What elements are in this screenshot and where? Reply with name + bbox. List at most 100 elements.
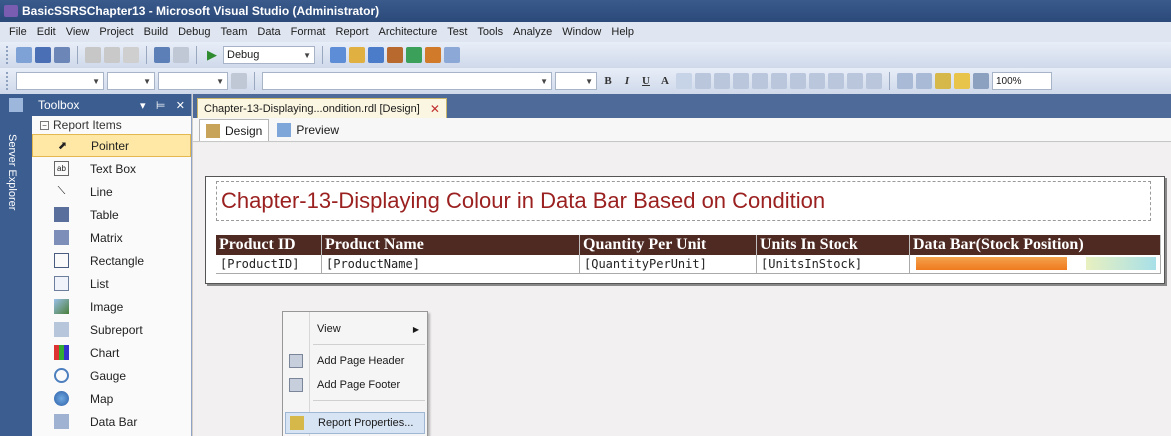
report-properties-icon[interactable]	[935, 73, 951, 89]
toolbar-grip[interactable]	[6, 46, 9, 64]
align-bottom-icon[interactable]	[790, 73, 806, 89]
header-data-bar[interactable]: Data Bar(Stock Position)	[910, 235, 1161, 255]
menu-project[interactable]: Project	[94, 26, 138, 38]
menu-format[interactable]: Format	[286, 26, 331, 38]
menu-view[interactable]: View	[61, 26, 95, 38]
cut-icon[interactable]	[85, 47, 101, 63]
font-color-icon[interactable]: A	[657, 75, 673, 87]
zoom-select[interactable]: 100%	[992, 72, 1052, 90]
header-units-in-stock[interactable]: Units In Stock	[757, 235, 910, 255]
toolbox-item-map[interactable]: Map	[32, 387, 191, 410]
ruler-icon[interactable]	[973, 73, 989, 89]
decrease-indent-icon[interactable]	[847, 73, 863, 89]
solution-configuration-select[interactable]: Debug ▼	[223, 46, 315, 64]
align-top-icon[interactable]	[752, 73, 768, 89]
tab-design[interactable]: Design	[199, 119, 270, 141]
align-center-icon[interactable]	[714, 73, 730, 89]
server-explorer-strip[interactable]: Server Explorer	[0, 94, 32, 436]
toolbox-item-text-box[interactable]: ab Text Box	[32, 157, 191, 180]
find-in-files-icon[interactable]	[330, 47, 346, 63]
toolbox-item-list[interactable]: List	[32, 272, 191, 295]
toolbox-item-subreport[interactable]: Subreport	[32, 318, 191, 341]
copy-icon[interactable]	[104, 47, 120, 63]
toolbox-group-report-items[interactable]: − Report Items	[32, 116, 191, 134]
border-style-select[interactable]: ▼	[158, 72, 228, 90]
save-icon[interactable]	[35, 47, 51, 63]
font-size-select-2[interactable]: ▼	[555, 72, 597, 90]
close-icon[interactable]: ✕	[176, 100, 185, 112]
context-menu-add-page-header[interactable]: Add Page Header	[285, 350, 425, 372]
cell-product-name[interactable]: [ProductName]	[322, 255, 580, 274]
properties-window-icon[interactable]	[368, 47, 384, 63]
header-quantity-per-unit[interactable]: Quantity Per Unit	[580, 235, 757, 255]
redo-icon[interactable]	[173, 47, 189, 63]
save-all-icon[interactable]	[54, 47, 70, 63]
menu-help[interactable]: Help	[606, 26, 639, 38]
header-product-name[interactable]: Product Name	[322, 235, 580, 255]
border-color-icon[interactable]	[231, 73, 247, 89]
menu-file[interactable]: File	[4, 26, 32, 38]
report-data-icon[interactable]	[897, 73, 913, 89]
toolbox-item-rectangle[interactable]: Rectangle	[32, 249, 191, 272]
menu-data[interactable]: Data	[252, 26, 285, 38]
cell-data-bar[interactable]	[910, 255, 1161, 274]
bullets-icon[interactable]	[809, 73, 825, 89]
increase-indent-icon[interactable]	[866, 73, 882, 89]
menu-tools[interactable]: Tools	[472, 26, 508, 38]
menu-window[interactable]: Window	[557, 26, 606, 38]
menu-build[interactable]: Build	[139, 26, 173, 38]
solution-explorer-icon[interactable]	[349, 47, 365, 63]
numbering-icon[interactable]	[828, 73, 844, 89]
font-name-select[interactable]: ▼	[262, 72, 552, 90]
report-title[interactable]: Chapter-13-Displaying Colour in Data Bar…	[216, 181, 1151, 221]
underline-icon[interactable]: U	[638, 75, 654, 87]
background-color-icon[interactable]	[676, 73, 692, 89]
report-body-icon[interactable]	[916, 73, 932, 89]
start-page-icon[interactable]	[425, 47, 441, 63]
cell-product-id[interactable]: [ProductID]	[216, 255, 322, 274]
design-canvas[interactable]: Chapter-13-Displaying Colour in Data Bar…	[193, 143, 1171, 436]
toolbox-item-image[interactable]: Image	[32, 295, 191, 318]
font-size-select[interactable]: ▼	[107, 72, 155, 90]
align-left-icon[interactable]	[695, 73, 711, 89]
context-menu-report-properties[interactable]: Report Properties...	[285, 412, 425, 434]
toolbox-item-gauge[interactable]: Gauge	[32, 364, 191, 387]
document-tab[interactable]: Chapter-13-Displaying...ondition.rdl [De…	[197, 98, 447, 118]
start-debugging-icon[interactable]: ▶	[204, 47, 220, 63]
report-body[interactable]: Chapter-13-Displaying Colour in Data Bar…	[205, 176, 1165, 284]
menu-report[interactable]: Report	[331, 26, 374, 38]
table-row[interactable]: [ProductID] [ProductName] [QuantityPerUn…	[216, 255, 1161, 274]
align-middle-icon[interactable]	[771, 73, 787, 89]
toolbar-grip[interactable]	[6, 72, 9, 90]
paste-icon[interactable]	[123, 47, 139, 63]
extension-manager-icon[interactable]	[444, 47, 460, 63]
menu-test[interactable]: Test	[442, 26, 472, 38]
toolbox-item-matrix[interactable]: Matrix	[32, 226, 191, 249]
undo-icon[interactable]	[154, 47, 170, 63]
menu-analyze[interactable]: Analyze	[508, 26, 557, 38]
menu-edit[interactable]: Edit	[32, 26, 61, 38]
collapse-icon[interactable]: −	[40, 120, 49, 130]
auto-hide-pin-icon[interactable]: ⊨	[156, 100, 166, 112]
toolbox-item-table[interactable]: Table	[32, 203, 191, 226]
menu-team[interactable]: Team	[216, 26, 253, 38]
close-icon[interactable]: ✕	[430, 102, 440, 116]
data-bar[interactable]	[916, 257, 1067, 270]
cell-units-in-stock[interactable]: [UnitsInStock]	[757, 255, 910, 274]
toolbox-item-data-bar[interactable]: Data Bar	[32, 410, 191, 433]
grouping-icon[interactable]	[954, 73, 970, 89]
menu-architecture[interactable]: Architecture	[374, 26, 443, 38]
toolbox-icon[interactable]	[387, 47, 403, 63]
bold-icon[interactable]: B	[600, 75, 616, 87]
context-menu-add-page-footer[interactable]: Add Page Footer	[285, 374, 425, 396]
table-header-row[interactable]: Product ID Product Name Quantity Per Uni…	[216, 235, 1161, 255]
toolbox-item-line[interactable]: ⟍ Line	[32, 180, 191, 203]
context-menu-view[interactable]: View ▶	[285, 318, 425, 340]
italic-icon[interactable]: I	[619, 75, 635, 87]
cell-quantity-per-unit[interactable]: [QuantityPerUnit]	[580, 255, 757, 274]
toolbox-item-pointer[interactable]: ⬈ Pointer	[32, 134, 191, 157]
window-position-icon[interactable]: ▾	[140, 100, 146, 112]
header-product-id[interactable]: Product ID	[216, 235, 322, 255]
object-browser-icon[interactable]	[406, 47, 422, 63]
align-right-icon[interactable]	[733, 73, 749, 89]
